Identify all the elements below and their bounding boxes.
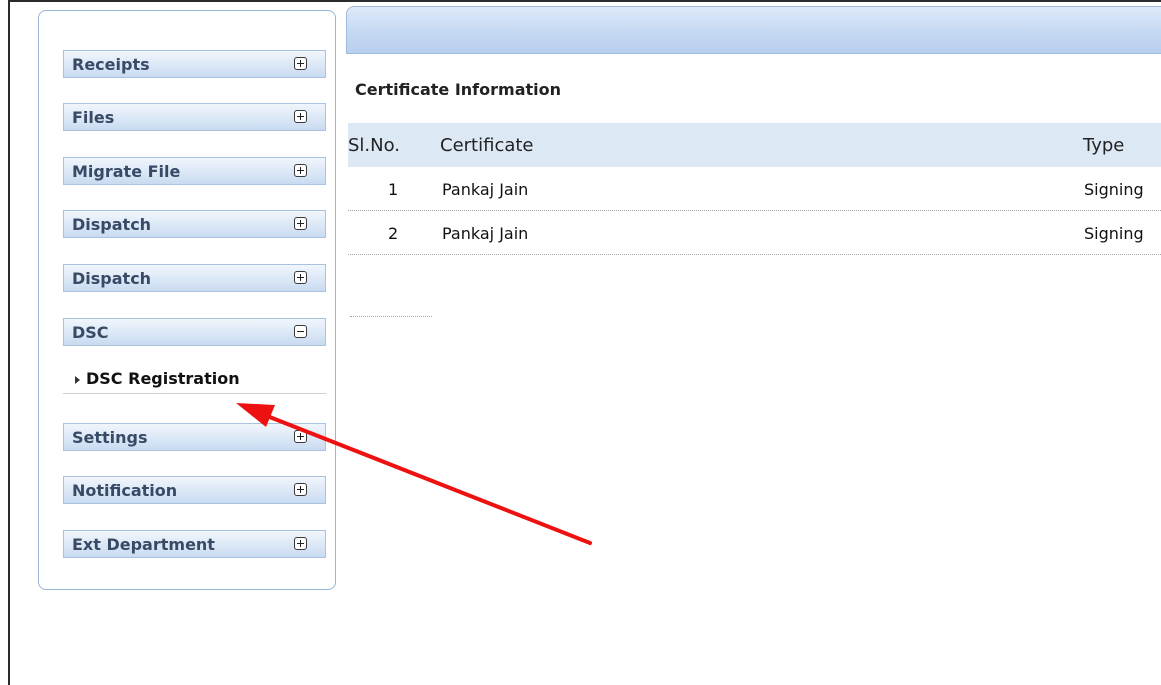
sidebar-subitem-dsc-registration[interactable]: DSC Registration — [63, 366, 326, 394]
window-border-top — [8, 0, 1161, 2]
section-title: Certificate Information — [355, 80, 561, 99]
sidebar-item-ext-department[interactable]: Ext Department — [63, 530, 326, 558]
cell-certificate: Pankaj Jain — [442, 224, 529, 243]
column-header-type[interactable]: Type — [1083, 135, 1124, 156]
divider — [350, 316, 432, 317]
sidebar-item-label: DSC — [72, 323, 109, 342]
sidebar-item-label: Migrate File — [72, 162, 181, 181]
expand-plus-icon[interactable] — [294, 217, 307, 230]
expand-plus-icon[interactable] — [294, 271, 307, 284]
sidebar-item-dsc[interactable]: DSC — [63, 318, 326, 346]
column-header-certificate[interactable]: Certificate — [440, 135, 534, 156]
table-header: Sl.No. Certificate Type — [348, 123, 1161, 167]
cell-type: Signing — [1084, 224, 1144, 243]
expand-plus-icon[interactable] — [294, 164, 307, 177]
expand-plus-icon[interactable] — [294, 483, 307, 496]
sidebar-item-dispatch-2[interactable]: Dispatch — [63, 264, 326, 292]
sidebar-item-dispatch[interactable]: Dispatch — [63, 210, 326, 238]
sidebar-item-receipts[interactable]: Receipts — [63, 50, 326, 78]
sidebar-item-label: Dispatch — [72, 215, 152, 234]
sidebar-item-label: Receipts — [72, 55, 150, 74]
column-header-slno[interactable]: Sl.No. — [348, 135, 400, 156]
sidebar-item-label: Dispatch — [72, 269, 152, 288]
sidebar-item-label: Settings — [72, 428, 148, 447]
sidebar-item-migrate-file[interactable]: Migrate File — [63, 157, 326, 185]
sidebar-item-label: Ext Department — [72, 535, 215, 554]
sidebar-item-files[interactable]: Files — [63, 103, 326, 131]
table-row[interactable]: 2 Pankaj Jain Signing — [348, 211, 1161, 255]
content-header-bar — [346, 6, 1161, 54]
sidebar-item-label: Files — [72, 108, 115, 127]
expand-plus-icon[interactable] — [294, 430, 307, 443]
sidebar-item-notification[interactable]: Notification — [63, 476, 326, 504]
expand-plus-icon[interactable] — [294, 110, 307, 123]
expand-plus-icon[interactable] — [294, 57, 307, 70]
collapse-minus-icon[interactable] — [294, 325, 307, 338]
table-row[interactable]: 1 Pankaj Jain Signing — [348, 167, 1161, 211]
sidebar-item-settings[interactable]: Settings — [63, 423, 326, 451]
sidebar-subitem-label: DSC Registration — [86, 369, 240, 388]
sidebar-panel: Receipts Files Migrate File Dispatch Dis… — [38, 10, 336, 590]
cell-type: Signing — [1084, 180, 1144, 199]
cell-slno: 2 — [388, 224, 399, 243]
cell-certificate: Pankaj Jain — [442, 180, 529, 199]
expand-plus-icon[interactable] — [294, 537, 307, 550]
caret-right-icon — [75, 376, 80, 384]
cell-slno: 1 — [388, 180, 399, 199]
window-border-left — [8, 0, 10, 685]
sidebar-item-label: Notification — [72, 481, 178, 500]
